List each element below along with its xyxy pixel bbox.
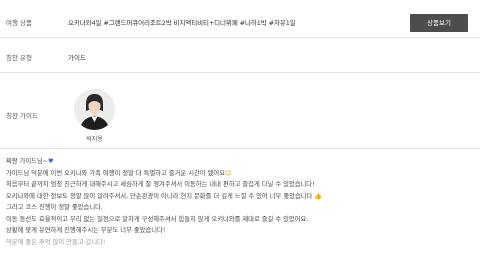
- review-line: 상황에 맞게 유연하게 진행해주시는 부분도 너무 좋았습니다!: [6, 227, 166, 234]
- review-line: 찌짱 가이드님~♥: [6, 158, 54, 165]
- view-product-button[interactable]: 상품보기: [410, 14, 468, 32]
- review-line: 이동 동선도 효율적이고 무리 없는 일정으로 알차게 구성해주셔서 힘들지 않…: [6, 215, 309, 223]
- compliment-type-value: 가이드: [68, 54, 86, 62]
- guide-row: 칭찬 가이드 박지용: [0, 79, 480, 149]
- heart-icon: ♥: [48, 158, 54, 165]
- guide-label: 칭찬 가이드: [6, 112, 38, 120]
- guide-avatar: [74, 89, 115, 130]
- review-line: 가이드님 덕분에 이번 오키나와 가족 여행이 정말 더 특별하고 즐거운 시간…: [6, 169, 232, 177]
- guide-name: 박지용: [86, 136, 103, 143]
- review-text: 찌짱 가이드님~♥ 가이드님 덕분에 이번 오키나와 가족 여행이 정말 더 특…: [6, 156, 476, 248]
- review-detail: 여행 상품 오키나와4일 #그랜드머큐어리조트2박 비치액티비티+디너뷔페 #나…: [0, 0, 480, 280]
- product-row: 여행 상품 오키나와4일 #그랜드머큐어리조트2박 비치액티비티+디너뷔페 #나…: [0, 8, 480, 38]
- product-value: 오키나와4일 #그랜드머큐어리조트2박 비치액티비티+디너뷔페 #나하1박 #자…: [68, 19, 296, 27]
- thumbs-up-icon: 👍: [314, 192, 323, 200]
- smile-icon: ☺: [224, 169, 232, 177]
- compliment-type-label: 칭찬 유형: [6, 54, 32, 62]
- compliment-type-row: 칭찬 유형 가이드: [0, 44, 480, 73]
- review-line: 처음부터 끝까지 엄청 친근하게 대해주시고 세심하게 잘 챙겨주셔서 이동하는…: [6, 181, 315, 188]
- review-line: 그리고 코스 진행이 정말 좋았습니다.: [6, 204, 103, 211]
- review-line: 덕분에 좋은 추억 많이 만들고 갑니다!: [6, 238, 106, 246]
- product-label: 여행 상품: [6, 19, 32, 27]
- review-line: 오키나와에 대한 정보도 정말 많이 알려주셔서, 단순관광이 아니라 현지 문…: [6, 192, 323, 200]
